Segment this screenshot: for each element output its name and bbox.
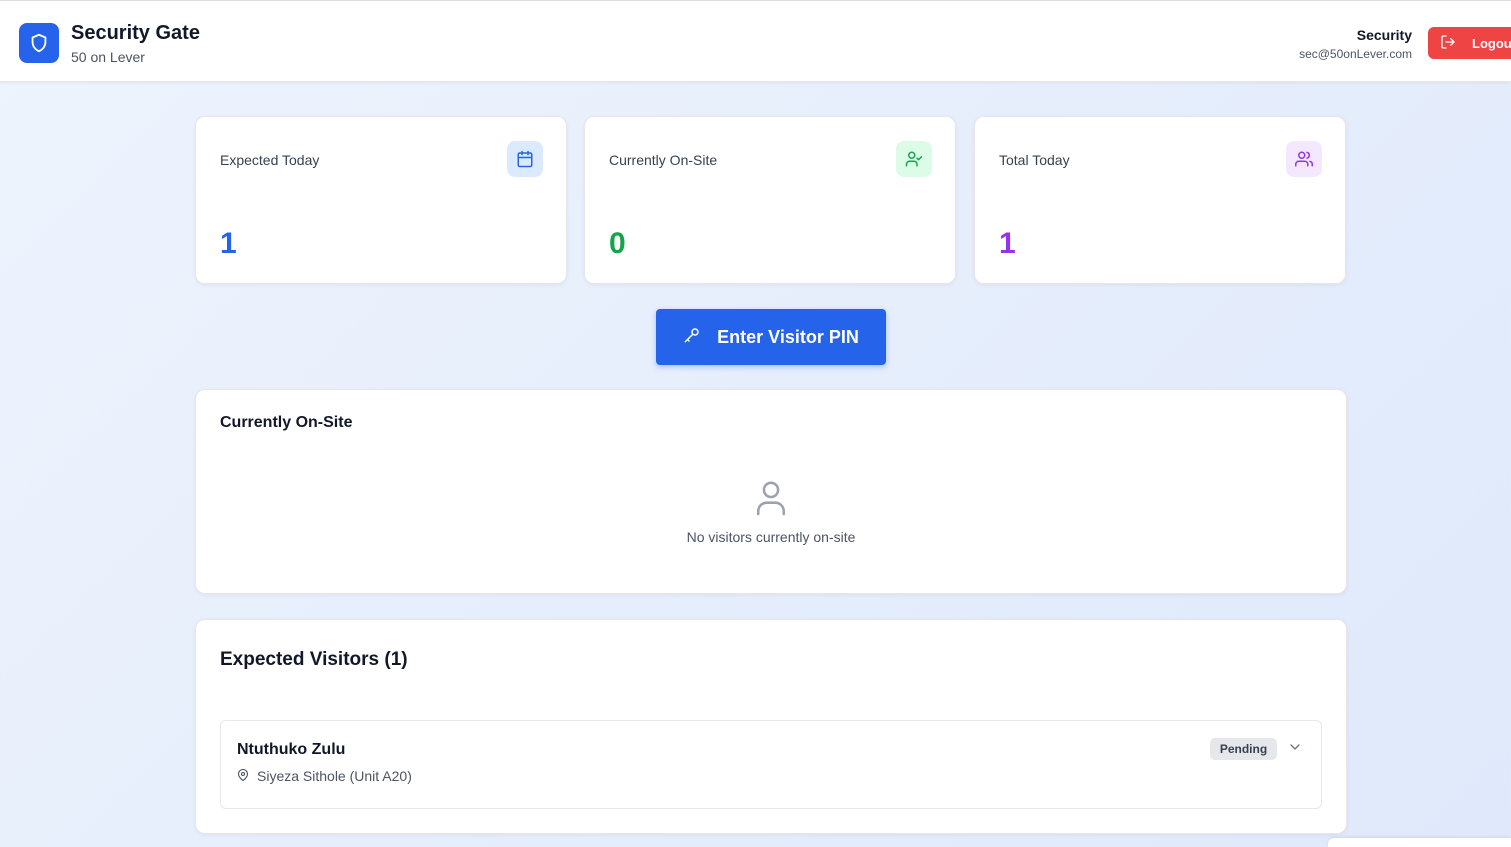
section-title: Currently On-Site <box>220 414 353 431</box>
visitor-item[interactable]: Ntuthuko Zulu Siyeza Sithole (Unit A20) … <box>220 720 1322 809</box>
user-email: sec@50onLever.com <box>1299 47 1412 61</box>
users-icon <box>1286 141 1322 177</box>
visitor-host-label: Siyeza Sithole (Unit A20) <box>257 768 412 784</box>
app-subtitle: 50 on Lever <box>71 49 145 65</box>
stat-card-currently-onsite: Currently On-Site 0 <box>584 116 956 284</box>
empty-state: No visitors currently on-site <box>196 478 1346 545</box>
enter-visitor-pin-label: Enter Visitor PIN <box>717 326 859 347</box>
enter-visitor-pin-button[interactable]: Enter Visitor PIN <box>656 309 886 365</box>
app-title: Security Gate <box>71 22 200 44</box>
section-title: Expected Visitors (1) <box>220 649 408 670</box>
empty-state-text: No visitors currently on-site <box>686 529 856 545</box>
stat-label: Total Today <box>999 152 1070 168</box>
visitor-host: Siyeza Sithole (Unit A20) <box>237 768 412 784</box>
expected-visitors-section: Expected Visitors (1) Ntuthuko Zulu Siye… <box>195 619 1347 834</box>
logout-button[interactable]: Logout <box>1428 27 1511 59</box>
stat-label: Currently On-Site <box>609 152 718 168</box>
user-name: Security <box>1356 27 1412 43</box>
stat-value: 1 <box>220 227 237 260</box>
stat-value: 0 <box>609 227 626 260</box>
calendar-icon <box>507 141 543 177</box>
logout-label: Logout <box>1472 35 1511 51</box>
stat-card-expected-today: Expected Today 1 <box>195 116 567 284</box>
map-pin-icon <box>237 768 249 784</box>
toast-panel-edge <box>1328 838 1511 847</box>
logout-icon <box>1440 34 1456 53</box>
shield-icon <box>19 23 59 63</box>
chevron-down-icon[interactable] <box>1287 739 1303 755</box>
stat-card-total-today: Total Today 1 <box>974 116 1346 284</box>
user-icon <box>754 478 788 521</box>
visitor-name: Ntuthuko Zulu <box>237 741 346 758</box>
user-check-icon <box>896 141 932 177</box>
top-header: Security Gate 50 on Lever Security sec@5… <box>0 0 1511 82</box>
stat-label: Expected Today <box>220 152 320 168</box>
stat-value: 1 <box>999 227 1016 260</box>
onsite-section: Currently On-Site No visitors currently … <box>195 389 1347 594</box>
status-badge: Pending <box>1210 738 1277 760</box>
key-icon <box>683 326 701 349</box>
